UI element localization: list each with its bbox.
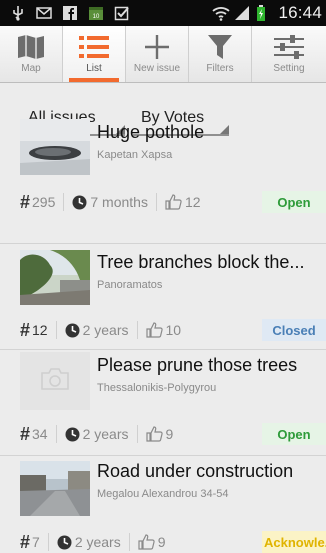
issue-location: Megalou Alexandrou 34-54 <box>97 488 229 500</box>
row-divider <box>0 243 326 244</box>
issue-votes: 9 <box>157 534 166 550</box>
issue-location: Kapetan Xapsa <box>97 149 173 161</box>
status-badge: Acknowle... <box>262 531 326 553</box>
issue-photo <box>20 119 90 175</box>
issue-id: 7 <box>32 534 40 550</box>
usb-icon <box>10 5 26 21</box>
map-icon <box>17 33 45 61</box>
list-button[interactable]: List <box>63 26 126 82</box>
issue-id: 34 <box>32 426 48 442</box>
issue-meta: # 34 2 years 9 Open <box>20 423 326 445</box>
hash-icon: # <box>20 319 31 340</box>
issue-title: Tree branches block the... <box>97 252 305 272</box>
map-label: Map <box>21 63 41 74</box>
list-label: List <box>86 63 102 74</box>
filters-button[interactable]: Filters <box>189 26 252 82</box>
issue-age: 2 years <box>74 534 121 550</box>
signal-icon <box>234 5 250 21</box>
issue-age: 2 years <box>82 322 129 338</box>
facebook-icon <box>62 5 78 21</box>
issue-photo-placeholder <box>20 352 90 410</box>
checkbox-notification-icon <box>114 5 130 21</box>
issue-votes: 10 <box>165 322 182 338</box>
issue-row[interactable]: Huge pothole Kapetan Xapsa # 295 7 month… <box>0 119 326 217</box>
hash-icon: # <box>20 191 31 212</box>
filters-label: Filters <box>206 63 234 74</box>
thumbs-up-icon <box>145 322 163 338</box>
row-divider <box>0 349 326 350</box>
issue-id: 295 <box>32 194 56 210</box>
divider <box>136 425 138 443</box>
divider <box>47 533 49 551</box>
calendar-icon: 10 <box>88 5 104 21</box>
issue-age: 2 years <box>82 426 129 442</box>
hash-icon: # <box>20 423 31 444</box>
divider <box>136 321 138 339</box>
clock-icon <box>57 535 72 550</box>
new-issue-label: New issue <box>133 63 181 74</box>
issue-title: Please prune those trees <box>97 355 298 375</box>
row-divider <box>0 455 326 456</box>
issue-age: 7 months <box>90 194 148 210</box>
status-badge: Open <box>262 191 326 213</box>
thumbs-up-icon <box>165 194 182 210</box>
issue-photo <box>20 461 90 516</box>
issue-meta: # 7 2 years 9 Acknowle... <box>20 531 326 553</box>
battery-icon <box>256 5 272 21</box>
issue-meta: # 12 2 years 10 Closed <box>20 319 326 341</box>
clock-time: 16:44 <box>278 3 322 22</box>
divider <box>63 193 65 211</box>
new-issue-button[interactable]: New issue <box>126 26 189 82</box>
issue-row[interactable]: Tree branches block the... Panoramatos #… <box>0 246 326 344</box>
issue-id: 12 <box>32 322 48 338</box>
thumbs-up-icon <box>145 426 163 442</box>
divider <box>155 193 157 211</box>
clock-icon <box>65 427 80 442</box>
divider <box>128 533 130 551</box>
clock-icon <box>72 195 87 210</box>
status-bar: 10 16:44 <box>0 0 326 26</box>
issue-row[interactable]: Please prune those trees Thessalonikis-P… <box>0 352 326 450</box>
filter-icon <box>207 33 233 61</box>
list-icon <box>79 33 109 61</box>
hash-icon: # <box>20 531 31 552</box>
status-badge: Open <box>262 423 326 445</box>
settings-button[interactable]: Setting <box>252 26 326 82</box>
issue-location: Panoramatos <box>97 279 163 291</box>
map-button[interactable]: Map <box>0 26 63 82</box>
clock-icon <box>65 323 80 338</box>
issue-votes: 12 <box>184 194 201 210</box>
status-badge: Closed <box>262 319 326 341</box>
settings-sliders-icon <box>274 33 304 61</box>
issue-votes: 9 <box>165 426 174 442</box>
divider <box>55 321 57 339</box>
svg-text:10: 10 <box>93 14 100 20</box>
plus-icon <box>144 33 170 61</box>
thumbs-up-icon <box>138 534 155 550</box>
action-toolbar: Map List New issue Filters Setting <box>0 26 326 83</box>
issue-title: Huge pothole <box>97 122 205 142</box>
issue-title: Road under construction <box>97 461 294 481</box>
gmail-icon <box>36 5 52 21</box>
issue-location: Thessalonikis-Polygyrou <box>97 382 217 394</box>
issue-meta: # 295 7 months 12 Open <box>20 191 326 213</box>
issue-photo <box>20 250 90 305</box>
wifi-icon <box>212 5 231 21</box>
camera-icon <box>40 367 70 396</box>
issue-list: Huge pothole Kapetan Xapsa # 295 7 month… <box>0 119 326 553</box>
divider <box>55 425 57 443</box>
settings-label: Setting <box>273 63 305 74</box>
issue-row[interactable]: Road under construction Megalou Alexandr… <box>0 458 326 553</box>
